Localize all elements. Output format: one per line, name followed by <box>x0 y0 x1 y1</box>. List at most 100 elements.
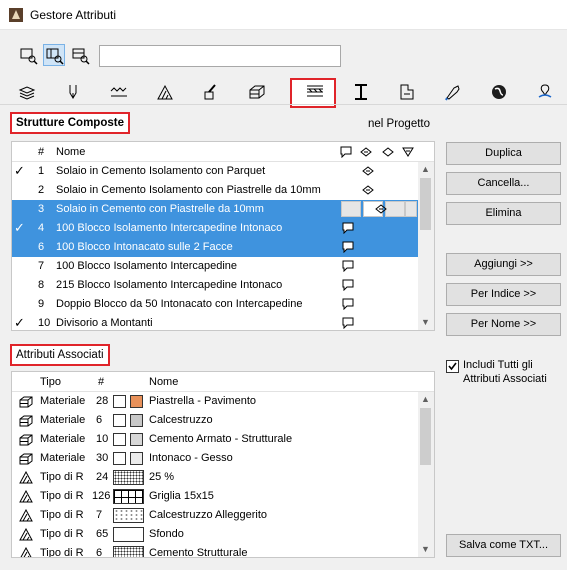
tab-pens[interactable] <box>50 80 96 104</box>
composites-scrollbar[interactable]: ▲ ▼ <box>418 162 434 330</box>
attribute-type: Materiale <box>40 395 86 407</box>
associated-row[interactable]: Materiale 10 Cemento Armato - Strutturale <box>12 430 414 449</box>
fill-icon <box>19 471 33 484</box>
app-logo-icon <box>9 8 23 22</box>
location-icon <box>538 84 552 98</box>
composite-row[interactable]: 6 100 Blocco Intonacato sulle 2 Facce <box>12 238 420 257</box>
attribute-number: 30 <box>96 452 109 464</box>
usage-cell[interactable] <box>385 201 405 217</box>
zone-category-icon <box>400 84 414 100</box>
composite-row[interactable]: 9 Doppio Blocco da 50 Intonacato con Inte… <box>12 295 420 314</box>
composite-row[interactable]: 2 Solaio in Cemento Isolamento con Piastr… <box>12 181 420 200</box>
attribute-name: Calcestruzzo Alleggerito <box>149 509 268 521</box>
composites-section-label: Strutture Composte <box>10 112 130 134</box>
attribute-name: Sfondo <box>149 528 184 540</box>
attribute-type: Tipo di R <box>40 547 84 558</box>
slab-usage-icon <box>342 279 354 291</box>
by-index-button[interactable]: Per Indice >> <box>446 283 561 306</box>
list-view-button[interactable] <box>17 44 39 66</box>
preview-view-button[interactable] <box>69 44 91 66</box>
duplicate-button[interactable]: Duplica <box>446 142 561 165</box>
tab-building-materials[interactable] <box>234 80 280 104</box>
composite-name: Solaio in Cemento Isolamento con Piastre… <box>56 184 321 196</box>
list-view-icon <box>20 48 38 65</box>
attribute-number: 65 <box>96 528 109 540</box>
column-header-icons <box>340 146 414 158</box>
tab-fills[interactable] <box>142 80 188 104</box>
composite-name: Solaio in Cemento con Piastrelle da 10mm <box>56 203 264 215</box>
tab-markup-styles[interactable] <box>476 80 522 104</box>
associated-scroll-thumb[interactable] <box>420 408 431 465</box>
fill-pattern-swatch <box>113 433 126 446</box>
material-color-swatch <box>130 452 143 465</box>
associated-scrollbar[interactable]: ▲ ▼ <box>418 392 434 557</box>
fill-pattern-preview <box>113 527 144 542</box>
tab-layers[interactable] <box>4 80 50 104</box>
usage-cell[interactable] <box>341 201 361 217</box>
composite-number: 9 <box>38 298 45 310</box>
column-header-number: # <box>38 146 45 158</box>
fill-pattern-preview <box>113 470 144 485</box>
include-all-option[interactable]: Includi Tutti gli Attributi Associati <box>446 358 561 398</box>
material-color-swatch <box>130 433 143 446</box>
search-input[interactable] <box>99 45 341 67</box>
usage-cell[interactable] <box>405 201 417 217</box>
associated-row[interactable]: Tipo di R 24 25 % <box>12 468 414 487</box>
composite-row[interactable]: 8 215 Blocco Isolamento Intercapedine Int… <box>12 276 420 295</box>
tab-line-types[interactable] <box>96 80 142 104</box>
column-header-number: # <box>98 376 105 388</box>
composite-row[interactable]: ✓ 10 Divisorio a Montanti <box>12 314 420 330</box>
scroll-up-arrow-icon[interactable]: ▲ <box>418 164 433 174</box>
composites-list[interactable]: # Nome ✓ 1 Solaio in Cemento Isolamento co… <box>11 141 435 331</box>
attribute-type: Tipo di R <box>40 490 84 502</box>
associated-row[interactable]: Materiale 6 Calcestruzzo <box>12 411 414 430</box>
fill-pattern-preview <box>113 508 144 523</box>
fill-icon <box>157 84 173 100</box>
attribute-type: Tipo di R <box>40 471 84 483</box>
composite-row[interactable]: 3 Solaio in Cemento con Piastrelle da 10m… <box>12 200 420 219</box>
associated-row[interactable]: Tipo di R 65 Sfondo <box>12 525 414 544</box>
associated-row[interactable]: Tipo di R 6 Cemento Strutturale <box>12 544 414 558</box>
tab-surfaces[interactable] <box>188 80 234 104</box>
building-material-icon <box>19 434 33 446</box>
composite-number: 6 <box>38 241 45 253</box>
scroll-down-arrow-icon[interactable]: ▼ <box>418 317 433 327</box>
composite-row[interactable]: ✓ 4 100 Blocco Isolamento Intercapedine In… <box>12 219 420 238</box>
include-all-checkbox[interactable] <box>446 360 459 373</box>
associated-list[interactable]: Tipo # Nome Materiale 28 Piastrella - Pavi… <box>11 371 435 558</box>
by-name-button[interactable]: Per Nome >> <box>446 313 561 336</box>
delete-button[interactable]: Cancella... <box>446 172 561 195</box>
composite-name: 100 Blocco Isolamento Intercapedine <box>56 260 238 272</box>
associated-row[interactable]: Tipo di R 7 Calcestruzzo Alleggerito <box>12 506 414 525</box>
building-material-icon <box>19 453 33 465</box>
split-view-icon <box>46 48 64 65</box>
composite-icon <box>307 85 323 97</box>
composite-name: Doppio Blocco da 50 Intonacato con Inter… <box>56 298 303 310</box>
composites-scroll-thumb[interactable] <box>420 178 431 230</box>
tab-mep-systems[interactable] <box>430 80 476 104</box>
scroll-up-arrow-icon[interactable]: ▲ <box>418 394 433 404</box>
in-use-check: ✓ <box>14 220 25 235</box>
split-view-button[interactable] <box>43 44 65 66</box>
column-header-type: Tipo <box>40 376 61 388</box>
associated-row[interactable]: Materiale 28 Piastrella - Pavimento <box>12 392 414 411</box>
composite-row[interactable]: ✓ 1 Solaio in Cemento Isolamento con Parqu… <box>12 162 420 181</box>
associated-row[interactable]: Materiale 30 Intonaco - Gesso <box>12 449 414 468</box>
tab-zone-categories[interactable] <box>384 80 430 104</box>
composite-name: Divisorio a Montanti <box>56 317 153 329</box>
save-as-txt-button[interactable]: Salva come TXT... <box>446 534 561 557</box>
tab-locations[interactable] <box>522 80 567 104</box>
associated-row[interactable]: Tipo di R 126 Griglia 15x15 <box>12 487 414 506</box>
composite-number: 3 <box>38 203 45 215</box>
tab-profiles[interactable] <box>338 80 384 104</box>
tab-divider <box>0 104 567 105</box>
fill-pattern-swatch <box>113 414 126 427</box>
scroll-down-arrow-icon[interactable]: ▼ <box>418 544 433 554</box>
remove-button[interactable]: Elimina <box>446 202 561 225</box>
line-type-icon <box>110 87 127 97</box>
add-button[interactable]: Aggiungi >> <box>446 253 561 276</box>
attribute-number: 6 <box>96 547 103 558</box>
fill-icon <box>19 528 33 541</box>
attribute-name: Piastrella - Pavimento <box>149 395 256 407</box>
composite-row[interactable]: 7 100 Blocco Isolamento Intercapedine <box>12 257 420 276</box>
